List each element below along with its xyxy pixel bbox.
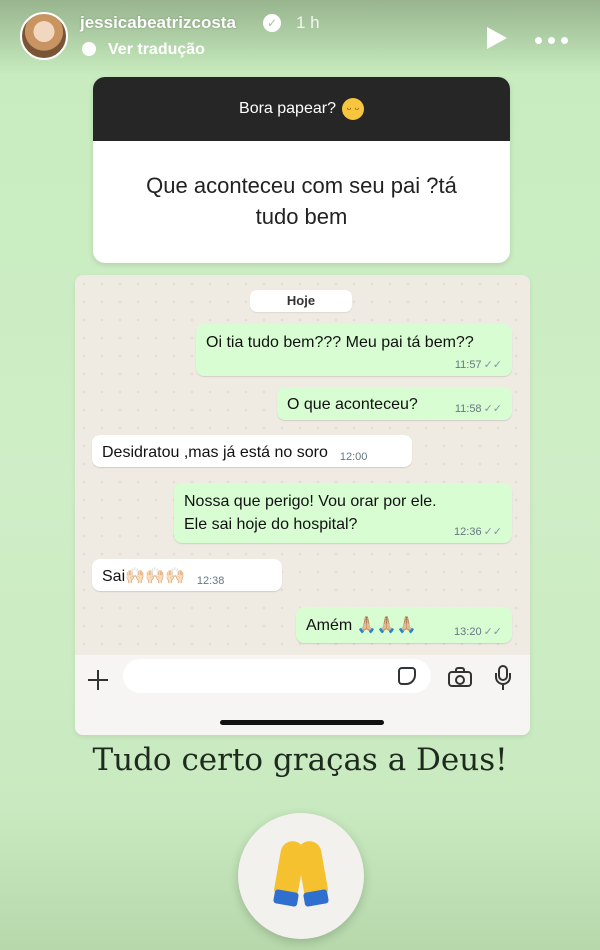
message-time: 13:20 <box>454 626 482 638</box>
message-text: Desidratou ,mas já está no soro 12:00 <box>102 444 368 463</box>
question-answer: Que aconteceu com seu pai ?tá tudo bem <box>146 173 457 229</box>
play-icon[interactable] <box>487 27 507 49</box>
time-ago: 1 h <box>296 13 320 32</box>
message-meta: 11:58 ✓✓ <box>455 402 502 415</box>
message-bubble: O que aconteceu? 11:58 ✓✓ <box>277 387 512 420</box>
mic-icon[interactable] <box>495 665 511 691</box>
message-meta: 12:36 ✓✓ <box>454 525 502 538</box>
message-time: 12:00 <box>339 451 368 463</box>
folded-hands-icon <box>272 839 330 911</box>
read-ticks-icon: ✓✓ <box>483 626 502 638</box>
translate-icon[interactable] <box>82 42 96 56</box>
date-chip: Hoje <box>250 290 352 312</box>
verified-badge-icon: ✓ <box>263 14 281 32</box>
emoji-reaction-button[interactable] <box>238 813 364 939</box>
message-bubble: Sai🙌🏻🙌🏻🙌🏻 12:38 <box>92 559 282 591</box>
relieved-face-icon: ᵕ ᵕ <box>341 98 364 120</box>
message-text: Sai🙌🏻🙌🏻🙌🏻 12:38 <box>102 568 225 587</box>
chat-screenshot: Hoje Oi tia tudo bem??? Meu pai tá bem??… <box>75 275 530 735</box>
message-composer <box>75 655 530 735</box>
read-ticks-icon: ✓✓ <box>483 359 502 371</box>
username[interactable]: jessicabeatrizcosta <box>80 13 236 33</box>
message-bubble: Amém 🙏🏼🙏🏼🙏🏼 13:20 ✓✓ <box>296 607 512 643</box>
message-bubble: Desidratou ,mas já está no soro 12:00 <box>92 435 412 467</box>
home-indicator <box>220 720 384 725</box>
question-prompt: Bora papear? ᵕ ᵕ <box>93 77 510 141</box>
avatar[interactable] <box>20 12 68 60</box>
more-icon[interactable] <box>535 37 569 44</box>
read-ticks-icon: ✓✓ <box>483 526 502 538</box>
message-meta: 13:20 ✓✓ <box>454 625 502 638</box>
message-time: 12:36 <box>454 526 482 538</box>
message-time: 11:57 <box>454 359 482 371</box>
message-time: 11:58 <box>454 403 482 415</box>
question-sticker[interactable]: Bora papear? ᵕ ᵕ Que aconteceu com seu p… <box>93 77 510 263</box>
read-ticks-icon: ✓✓ <box>483 403 502 415</box>
message-bubble: Oi tia tudo bem??? Meu pai tá bem?? 11:5… <box>196 324 512 376</box>
message-text: Oi tia tudo bem??? Meu pai tá bem?? <box>206 334 474 351</box>
plus-icon[interactable] <box>87 669 109 691</box>
message-input[interactable] <box>123 659 431 693</box>
camera-icon[interactable] <box>448 667 472 687</box>
message-bubble: Nossa que perigo! Vou orar por ele. Ele … <box>174 483 512 543</box>
question-prompt-text: Bora papear? <box>239 100 336 117</box>
message-time: 12:38 <box>196 575 225 587</box>
story-caption: Tudo certo graças a Deus! <box>92 742 508 778</box>
story-header: jessicabeatrizcosta ✓ 1 h Ver tradução <box>0 0 600 75</box>
translate-link[interactable]: Ver tradução <box>108 41 205 59</box>
message-meta: 11:57 ✓✓ <box>455 358 502 371</box>
